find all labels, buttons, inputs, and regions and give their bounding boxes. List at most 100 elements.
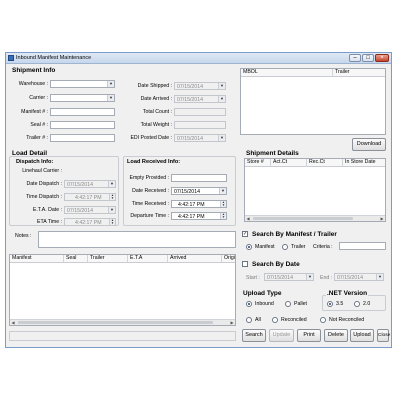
rec-ct-column-header[interactable]: Rec.Ct [307, 159, 343, 167]
inbound-radio-label: Inbound [255, 301, 274, 307]
criteria-input[interactable] [339, 242, 386, 250]
reconciled-radio[interactable] [272, 317, 278, 323]
carrier-label: Carrier : [29, 95, 48, 101]
all-radio[interactable] [246, 317, 252, 323]
chevron-down-icon: ▼ [218, 135, 225, 141]
mbol-column-header[interactable]: MBOL [241, 69, 333, 77]
total-count-field [174, 108, 226, 116]
scroll-left-icon[interactable]: ◀ [245, 216, 251, 221]
end-date-picker[interactable]: 07/15/2014 ▼ [334, 273, 384, 281]
search-button[interactable]: Search [242, 329, 266, 342]
manifest-radio[interactable] [246, 244, 252, 250]
shipment-details-grid[interactable]: Store # Act.Ct Rec.Ct In Store Date ◀ ▶ [244, 158, 386, 222]
app-window: Inbound Manifest Maintenance – □ × Shipm… [5, 52, 392, 348]
linehaul-carrier-label: Linehaul Carrier : [22, 168, 62, 174]
chevron-down-icon: ▼ [218, 96, 225, 102]
download-button[interactable]: Download [352, 138, 386, 151]
close-button[interactable]: Close [377, 329, 390, 342]
chevron-down-icon: ▼ [108, 181, 115, 187]
spinner-icon[interactable]: ▲ ▼ [220, 201, 226, 207]
total-weight-label: Total Weight : [140, 122, 172, 128]
search-manifest-checkbox[interactable]: ✓ [242, 231, 248, 237]
shipment-details-title: Shipment Details [246, 150, 299, 157]
mbol-header: MBOL Trailer [241, 69, 385, 77]
notes-field[interactable] [38, 231, 236, 248]
date-dispatch-picker[interactable]: 07/15/2014 ▼ [64, 180, 116, 188]
manifest-column-header[interactable]: Manifest [10, 255, 64, 263]
net-35-radio[interactable] [327, 301, 333, 307]
scroll-right-icon[interactable]: ▶ [229, 320, 235, 325]
shipment-details-scrollbar[interactable]: ◀ ▶ [245, 215, 385, 221]
maximize-icon[interactable]: □ [362, 54, 374, 62]
carrier-dropdown[interactable]: ▼ [50, 94, 115, 102]
date-dispatch-label: Date Dispatch : [26, 181, 62, 187]
trailer-column-header[interactable]: Trailer [88, 255, 128, 263]
manifest-label: Manifest # : [21, 109, 48, 115]
act-ct-column-header[interactable]: Act.Ct [271, 159, 307, 167]
seal-column-header[interactable]: Seal [64, 255, 88, 263]
eta-column-header[interactable]: E.T.A [128, 255, 168, 263]
arrived-column-header[interactable]: Arrived [168, 255, 222, 263]
warehouse-label: Warehouse : [18, 81, 48, 87]
eta-time-label: ETA Time : [37, 219, 62, 225]
scroll-left-icon[interactable]: ◀ [10, 320, 16, 325]
time-dispatch-picker[interactable]: 4:42:17 PM ▲ ▼ [64, 193, 116, 201]
update-button[interactable]: Update [269, 329, 294, 342]
date-shipped-picker[interactable]: 07/15/2014 ▼ [174, 82, 226, 90]
dispatch-info-title: Dispatch Info: [16, 159, 54, 165]
total-weight-field [174, 121, 226, 129]
search-date-checkbox[interactable] [242, 261, 248, 267]
time-dispatch-label: Time Dispatch : [26, 194, 62, 200]
eta-time-picker[interactable]: 4:42:17 PM ▲ ▼ [64, 218, 116, 226]
manifest-field[interactable] [50, 108, 115, 116]
delete-button[interactable]: Delete [324, 329, 348, 342]
shipment-details-header: Store # Act.Ct Rec.Ct In Store Date [245, 159, 385, 167]
chevron-down-icon: ▼ [219, 188, 226, 194]
inbound-radio[interactable] [246, 301, 252, 307]
spinner-icon[interactable]: ▲ ▼ [109, 194, 115, 200]
empty-provided-field[interactable] [171, 174, 227, 182]
net-20-radio[interactable] [354, 301, 360, 307]
warehouse-dropdown[interactable]: ▼ [50, 80, 115, 88]
trailer-column-header[interactable]: Trailer [333, 69, 385, 77]
net-35-label: 3.5 [336, 301, 344, 307]
edi-posted-label: EDI Posted Date : [130, 135, 172, 141]
seal-label: Seal # : [30, 122, 48, 128]
store-column-header[interactable]: Store # [245, 159, 271, 167]
upload-type-title: Upload Type [243, 290, 282, 297]
empty-provided-label: Empty Provided : [129, 175, 170, 181]
close-icon[interactable]: × [375, 54, 389, 62]
time-received-label: Time Received : [131, 201, 169, 207]
date-received-picker[interactable]: 07/15/2014 ▼ [171, 187, 227, 195]
print-button[interactable]: Print [297, 329, 321, 342]
date-arrived-picker[interactable]: 07/15/2014 ▼ [174, 95, 226, 103]
in-store-date-column-header[interactable]: In Store Date [343, 159, 385, 167]
start-date-picker[interactable]: 07/15/2014 ▼ [264, 273, 314, 281]
mbol-grid[interactable]: MBOL Trailer [240, 68, 386, 135]
scroll-right-icon[interactable]: ▶ [379, 216, 385, 221]
pallet-radio[interactable] [285, 301, 291, 307]
origin-column-header[interactable]: Origi [222, 255, 235, 263]
eta-date-picker[interactable]: 07/15/2014 ▼ [64, 206, 116, 214]
departure-time-picker[interactable]: 4:42:17 PM ▲ ▼ [171, 212, 227, 220]
minimize-icon[interactable]: – [349, 54, 361, 62]
manifest-grid[interactable]: Manifest Seal Trailer E.T.A Arrived Orig… [9, 254, 236, 326]
start-label: Start : [246, 275, 260, 281]
spinner-icon[interactable]: ▲ ▼ [220, 213, 226, 219]
spinner-icon[interactable]: ▲ ▼ [109, 219, 115, 225]
net-version-title: .NET Version [326, 290, 369, 297]
load-received-title: Load Received Info: [127, 159, 181, 165]
seal-field[interactable] [50, 121, 115, 129]
manifest-grid-scrollbar[interactable]: ◀ ▶ [10, 319, 235, 325]
pallet-radio-label: Pallet [294, 301, 307, 307]
chevron-down-icon: ▼ [107, 95, 114, 101]
trailer-field[interactable] [50, 134, 115, 142]
upload-button[interactable]: Upload [350, 329, 374, 342]
edi-posted-picker[interactable]: 07/15/2014 ▼ [174, 134, 226, 142]
scrollbar-thumb[interactable] [253, 217, 353, 220]
trailer-radio[interactable] [282, 244, 288, 250]
time-received-picker[interactable]: 4:42:17 PM ▲ ▼ [171, 200, 227, 208]
not-reconciled-radio-label: Not Reconciled [329, 317, 365, 323]
not-reconciled-radio[interactable] [320, 317, 326, 323]
scrollbar-thumb[interactable] [18, 321, 213, 324]
